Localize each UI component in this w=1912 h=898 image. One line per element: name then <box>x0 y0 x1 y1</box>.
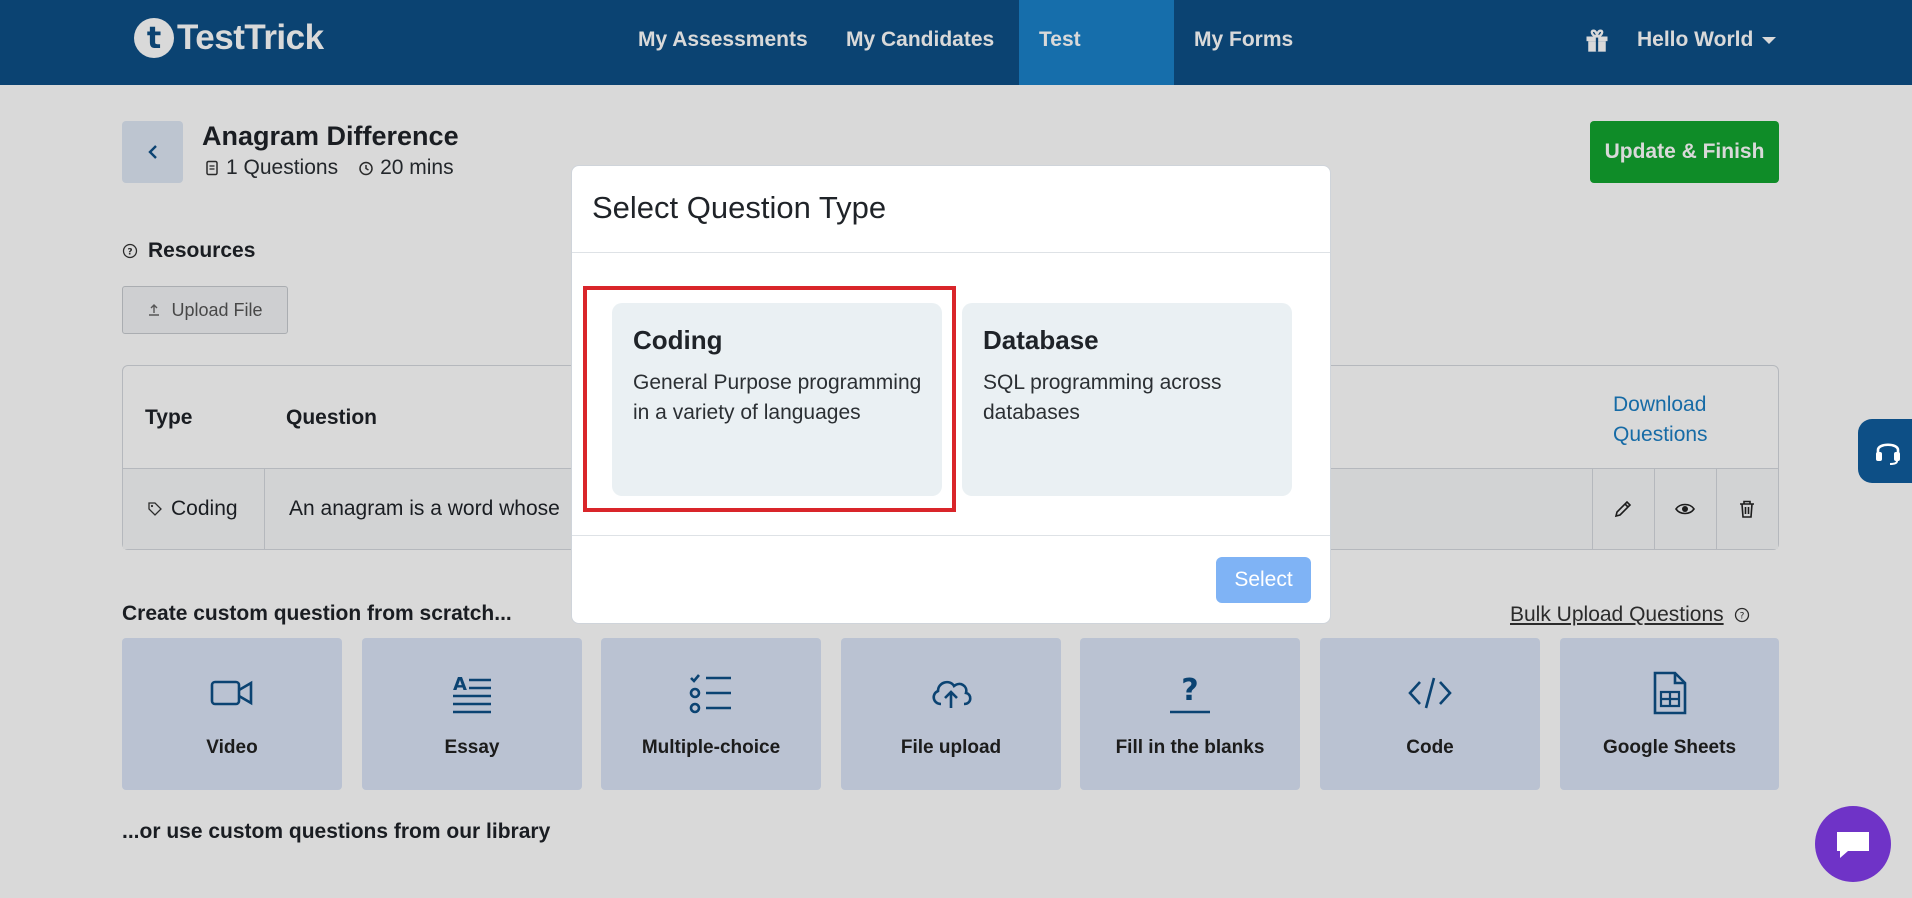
modal-title: Select Question Type <box>592 190 887 225</box>
modal-divider <box>572 535 1330 536</box>
headset-icon <box>1876 443 1900 465</box>
chat-widget[interactable] <box>1815 806 1891 882</box>
select-question-type-modal: Select Question Type Coding General Purp… <box>571 165 1331 624</box>
support-widget[interactable] <box>1858 419 1912 483</box>
select-button[interactable]: Select <box>1216 557 1311 603</box>
question-type-title: Database <box>983 325 1099 355</box>
chat-bubble-icon <box>1837 832 1869 858</box>
question-type-description: SQL programming across databases <box>983 371 1222 424</box>
selection-highlight-box <box>583 286 956 512</box>
modal-divider <box>572 252 1330 253</box>
question-type-database[interactable]: Database SQL programming across database… <box>962 303 1292 496</box>
